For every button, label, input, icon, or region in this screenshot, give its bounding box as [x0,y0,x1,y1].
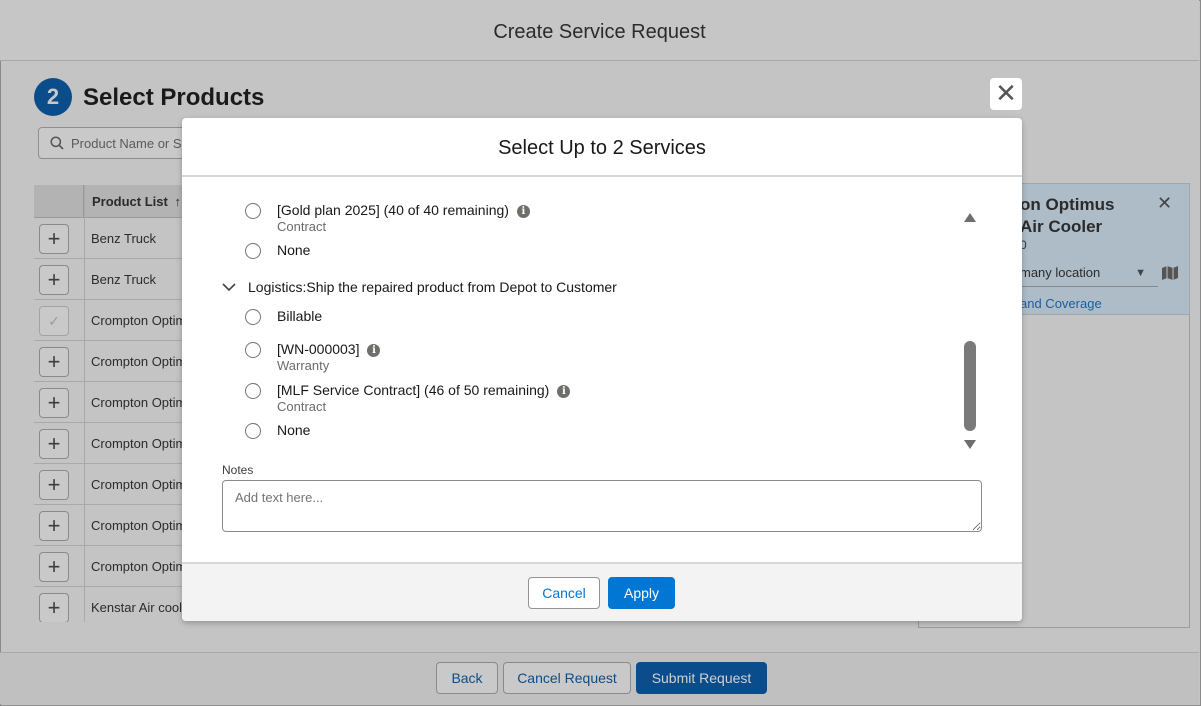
product-list-table: Product List ↑ + Benz Truck + Benz Truck ✓ Cr… [34,185,194,622]
add-product-button[interactable]: + [39,429,69,459]
add-product-button[interactable]: + [39,511,69,541]
service-option-type: Contract [277,399,327,414]
cart-item-name: on Optimus Air Cooler [1020,194,1114,238]
table-row: + Benz Truck [34,218,194,259]
step-number-badge: 2 [34,78,72,116]
apply-button[interactable]: Apply [608,577,675,609]
cart-location-select[interactable]: many location ▼ [1020,265,1158,287]
cancel-request-button[interactable]: Cancel Request [503,662,631,694]
notes-label: Notes [222,463,254,477]
service-option-label: [WN-000003] i [277,341,381,357]
product-name: Crompton Optim [91,436,187,451]
chevron-down-icon[interactable] [222,282,236,292]
table-row: + Crompton Optim [34,464,194,505]
page-header: Create Service Request [0,0,1199,61]
column-divider [84,185,85,622]
service-option-text: [Gold plan 2025] (40 of 40 remaining) [277,202,509,218]
product-name: Crompton Optim [91,313,187,328]
radio-button[interactable] [245,342,261,358]
product-name: Benz Truck [91,272,157,287]
service-option-text: [WN-000003] [277,341,360,357]
table-row: + Crompton Optim [34,505,194,546]
radio-button[interactable] [245,309,261,325]
back-button[interactable]: Back [436,662,498,694]
modal-footer: Cancel Apply [182,562,1022,621]
table-row: + Crompton Optim [34,423,194,464]
add-product-button[interactable]: + [39,265,69,295]
product-name: Crompton Optim [91,395,187,410]
service-option-label: [Gold plan 2025] (40 of 40 remaining) i [277,202,530,218]
cart-item-name-line2: Air Cooler [1020,217,1103,236]
scrollbar-thumb[interactable] [964,341,976,431]
product-list-header-label: Product List [92,194,168,209]
service-option-text: None [277,242,311,258]
arrow-up-icon: ↑ [174,194,181,209]
add-product-button[interactable]: + [39,593,69,622]
radio-button[interactable] [245,243,261,259]
service-option-type: Warranty [277,358,330,373]
info-icon[interactable]: i [516,205,530,218]
cart-coverage-link[interactable]: and Coverage [1020,296,1102,311]
table-row: + Benz Truck [34,259,194,300]
modal-scrollbar[interactable] [958,207,982,457]
table-row: ✓ Crompton Optim [34,300,194,341]
add-product-button[interactable]: + [39,388,69,418]
table-row: + Kenstar Air cool [34,587,194,622]
select-column-header [34,185,84,218]
radio-button[interactable] [245,383,261,399]
service-option-text: None [277,422,311,438]
modal-options-scroll-area[interactable]: [Gold plan 2025] (40 of 40 remaining) i C… [222,193,982,458]
add-product-button[interactable]: + [39,347,69,377]
add-product-button[interactable]: + [39,470,69,500]
product-name: Crompton Optim [91,354,187,369]
select-services-modal: Select Up to 2 Services [Gold plan 2025]… [182,118,1022,621]
add-product-button[interactable]: + [39,552,69,582]
service-option-text: Billable [277,308,323,324]
info-icon[interactable]: i [367,344,381,357]
service-option-text: [MLF Service Contract] (46 of 50 remaini… [277,382,550,398]
radio-button[interactable] [245,203,261,219]
page-title: Create Service Request [493,21,706,43]
search-icon [50,136,64,150]
service-option-type: Contract [277,219,327,234]
table-row: + Crompton Optim [34,341,194,382]
scroll-up-arrow-icon[interactable] [964,213,976,222]
modal-header: Select Up to 2 Services [182,118,1022,177]
table-row: + Crompton Optim [34,382,194,423]
service-group-label: Logistics:Ship the repaired product from… [248,279,617,295]
product-name: Crompton Optim [91,477,187,492]
map-icon[interactable] [1161,265,1179,281]
scroll-down-arrow-icon[interactable] [964,440,976,449]
check-icon: ✓ [39,306,69,336]
product-name: Benz Truck [91,231,157,246]
modal-title: Select Up to 2 Services [498,137,706,159]
close-icon[interactable]: ✕ [990,78,1022,110]
service-option-label: [MLF Service Contract] (46 of 50 remaini… [277,382,571,398]
product-name: Crompton Optim [91,518,187,533]
chevron-down-icon: ▼ [1135,267,1146,279]
info-icon[interactable]: i [557,385,571,398]
product-list-header: Product List ↑ [34,185,194,218]
cancel-button[interactable]: Cancel [528,577,600,609]
search-placeholder: Product Name or Se [71,136,189,151]
submit-request-button[interactable]: Submit Request [636,662,767,694]
cart-location-value: many location [1020,265,1101,280]
add-product-button[interactable]: + [39,224,69,254]
cart-item-remove-icon[interactable]: ✕ [1157,193,1172,214]
notes-textarea[interactable] [222,480,982,532]
cart-item-name-line1: on Optimus [1020,195,1115,214]
table-row: + Crompton Optim [34,546,194,587]
product-name: Crompton Optim [91,559,187,574]
service-group-logistics[interactable]: Logistics:Ship the repaired product from… [222,279,617,295]
product-name: Kenstar Air cool [91,600,183,615]
product-list-sort-header[interactable]: Product List ↑ [92,194,181,209]
step-title: Select Products [83,84,265,111]
radio-button[interactable] [245,423,261,439]
